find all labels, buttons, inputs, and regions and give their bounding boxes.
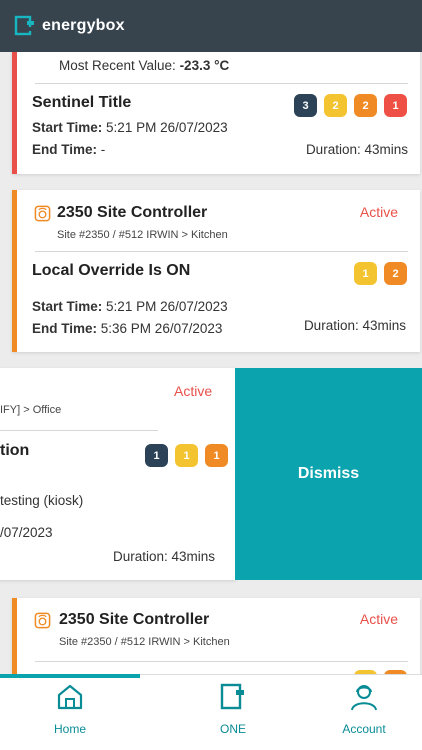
- alerts-feed[interactable]: Most Recent Value: -23.3 °C Sentinel Tit…: [0, 52, 422, 674]
- end-time-row: End Time: 5:36 PM 26/07/2023: [32, 321, 222, 336]
- time-row: /07/2023: [0, 525, 53, 540]
- end-time-label: End Time:: [32, 142, 98, 157]
- status-badge: Active: [174, 383, 213, 399]
- badge-count: 1: [145, 444, 168, 467]
- app-header: energybox: [0, 0, 422, 52]
- nav-one-label: ONE: [219, 722, 246, 736]
- divider: [0, 430, 158, 431]
- start-time-row: Start Time: 5:21 PM 26/07/2023: [32, 299, 228, 314]
- alert-card-swiped[interactable]: Active IFY] > Office tion 1 1 1 testing …: [0, 368, 236, 580]
- badge-count: 2: [354, 94, 377, 117]
- end-time-value: -: [100, 142, 106, 157]
- badge-count: 2: [324, 94, 347, 117]
- recent-value-row: Most Recent Value: -23.3 °C: [59, 58, 229, 73]
- divider: [35, 661, 408, 662]
- nav-account[interactable]: Account: [294, 682, 422, 736]
- bottom-navigation: Home ONE Account: [0, 674, 422, 750]
- site-name: 2350 Site Controller: [57, 204, 208, 221]
- end-time-row: End Time: -: [32, 142, 105, 157]
- start-time-label: Start Time:: [32, 120, 103, 135]
- alert-title: Local Override Is ON: [32, 262, 191, 279]
- badge-count: 2: [384, 262, 407, 285]
- home-icon: [57, 684, 83, 710]
- divider: [35, 83, 408, 84]
- site-path: IFY] > Office: [0, 404, 62, 416]
- site-name: 2350 Site Controller: [59, 611, 210, 628]
- energybox-logo-icon: [14, 15, 34, 36]
- site-controller-icon: [34, 205, 51, 222]
- alert-title: Sentinel Title: [32, 94, 132, 111]
- alert-card-sentinel[interactable]: Most Recent Value: -23.3 °C Sentinel Tit…: [12, 52, 420, 174]
- nav-home[interactable]: Home: [0, 682, 140, 736]
- site-path: Site #2350 / #512 IRWIN > Kitchen: [59, 636, 230, 648]
- nav-home-label: Home: [53, 722, 86, 736]
- account-icon: [351, 685, 377, 711]
- nav-one[interactable]: ONE: [163, 682, 303, 736]
- divider: [35, 251, 408, 252]
- recent-value: -23.3 °C: [179, 58, 230, 73]
- site-controller-icon: [34, 612, 51, 629]
- badge-count: 1: [384, 94, 407, 117]
- duration: Duration: 43mins: [305, 142, 408, 157]
- energybox-one-icon: [220, 683, 244, 710]
- recent-value-label: Most Recent Value:: [59, 58, 180, 73]
- nav-account-label: Account: [342, 722, 386, 736]
- end-time-label: End Time:: [32, 321, 98, 336]
- active-tab-indicator: [0, 674, 140, 678]
- badge-count: 3: [294, 94, 317, 117]
- badge-count: 1: [175, 444, 198, 467]
- status-badge: Active: [359, 611, 398, 627]
- alert-title: tion: [0, 442, 30, 459]
- start-time-row: Start Time: 5:21 PM 26/07/2023: [32, 120, 228, 135]
- end-time-value: 5:36 PM 26/07/2023: [100, 321, 223, 336]
- start-time-value: 5:21 PM 26/07/2023: [106, 299, 228, 314]
- dismiss-label: Dismiss: [297, 465, 360, 482]
- status-badge: Active: [359, 204, 398, 220]
- badge-count: 1: [354, 262, 377, 285]
- duration: Duration: 43mins: [113, 549, 216, 564]
- brand-logo: energybox: [14, 15, 125, 37]
- nav-divider: [140, 674, 422, 675]
- start-time-label: Start Time:: [32, 299, 103, 314]
- dismiss-button[interactable]: Dismiss: [235, 368, 422, 580]
- alert-card-site-controller[interactable]: 2350 Site Controller Active Site #2350 /…: [12, 598, 420, 674]
- badge-count: 1: [205, 444, 228, 467]
- brand-name: energybox: [42, 17, 125, 34]
- subject-row: testing (kiosk): [0, 493, 84, 508]
- duration: Duration: 43mins: [303, 318, 406, 333]
- start-time-value: 5:21 PM 26/07/2023: [106, 120, 228, 135]
- alert-card-local-override[interactable]: 2350 Site Controller Active Site #2350 /…: [12, 190, 420, 352]
- site-path: Site #2350 / #512 IRWIN > Kitchen: [57, 229, 228, 241]
